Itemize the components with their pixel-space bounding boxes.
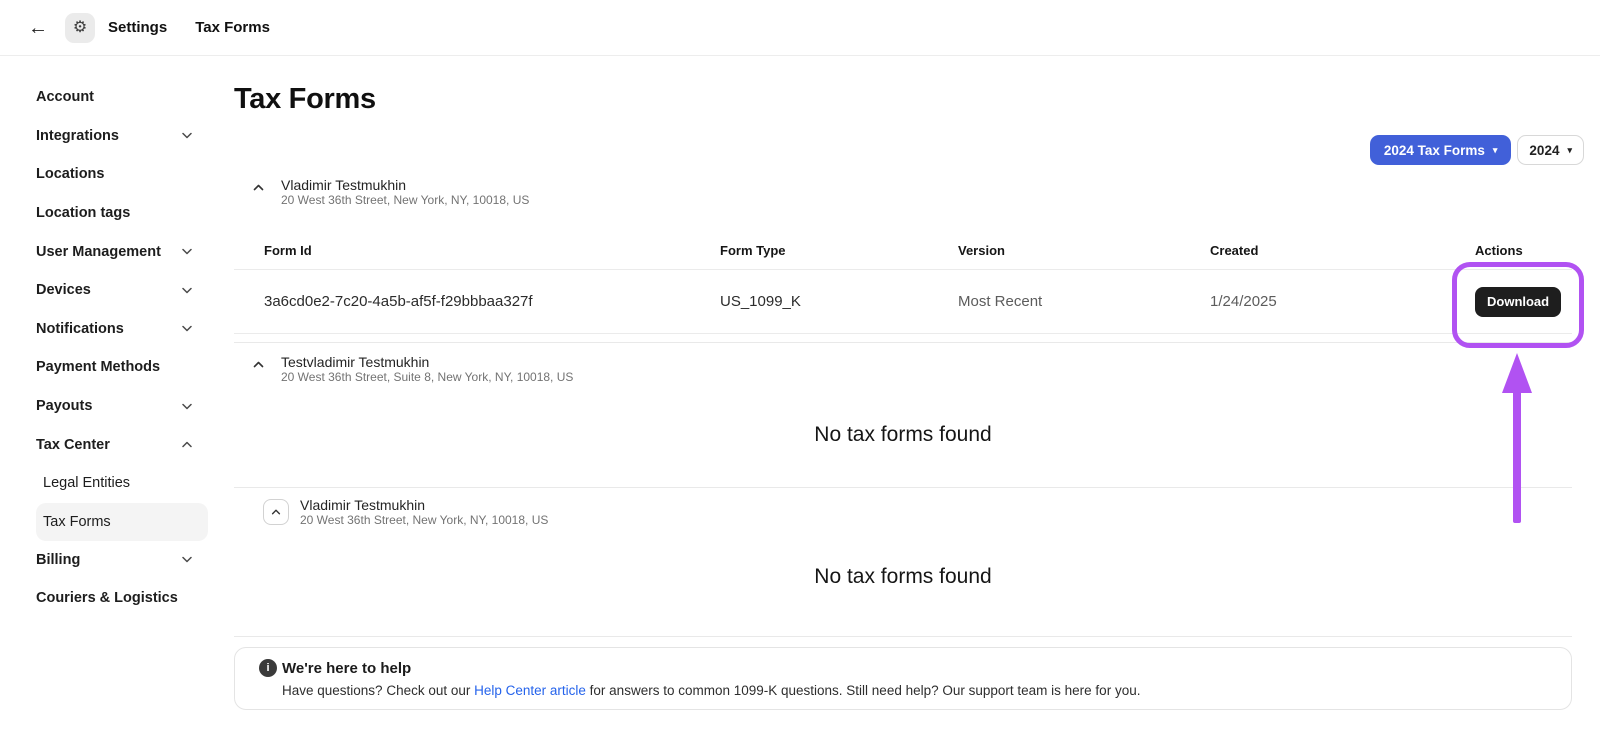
sidebar-item-tax-forms[interactable]: Tax Forms <box>36 503 208 541</box>
chevron-down-icon <box>182 556 192 563</box>
chevron-down-icon <box>182 287 192 294</box>
entity-address: 20 West 36th Street, New York, NY, 10018… <box>300 513 548 528</box>
chevron-down-icon <box>182 403 192 410</box>
sidebar-item-couriers-logistics[interactable]: Couriers & Logistics <box>36 579 208 618</box>
chevron-down-icon <box>182 325 192 332</box>
cell-actions: Download <box>1475 287 1572 317</box>
help-box: i We're here to help Have questions? Che… <box>234 647 1572 710</box>
entity-section-2: Testvladimir Testmukhin 20 West 36th Str… <box>234 342 1572 487</box>
cell-created: 1/24/2025 <box>1210 293 1475 310</box>
topbar: ← ⚙ Settings Tax Forms <box>0 0 1600 56</box>
sidebar-item-label: Devices <box>36 282 91 298</box>
sidebar-item-integrations[interactable]: Integrations <box>36 117 208 156</box>
sidebar-item-label: Couriers & Logistics <box>36 590 178 606</box>
sidebar-item-account[interactable]: Account <box>36 78 208 117</box>
settings-gear-button[interactable]: ⚙ <box>65 13 95 43</box>
entity-name: Testvladimir Testmukhin <box>281 355 573 370</box>
entity-section-1: Vladimir Testmukhin 20 West 36th Street,… <box>234 178 1572 334</box>
entity-header: Vladimir Testmukhin 20 West 36th Street,… <box>253 498 1572 528</box>
divider <box>234 636 1572 637</box>
settings-sidebar: Account Integrations Locations Location … <box>0 56 234 750</box>
sidebar-item-label: Locations <box>36 166 104 182</box>
sidebar-item-label: Legal Entities <box>43 475 130 491</box>
sidebar-item-notifications[interactable]: Notifications <box>36 310 208 349</box>
breadcrumb-tax-forms[interactable]: Tax Forms <box>195 19 270 36</box>
year-tax-forms-label: 2024 Tax Forms <box>1384 143 1485 158</box>
sidebar-item-user-management[interactable]: User Management <box>36 232 208 271</box>
help-body-prefix: Have questions? Check out our <box>282 683 474 698</box>
sidebar-item-billing[interactable]: Billing <box>36 541 208 580</box>
sidebar-item-label: Payouts <box>36 398 92 414</box>
collapse-chevron-up-icon[interactable] <box>253 361 264 385</box>
year-tax-forms-button[interactable]: 2024 Tax Forms ▾ <box>1370 135 1512 165</box>
sidebar-item-label: Notifications <box>36 321 124 337</box>
entity-section-3: Vladimir Testmukhin 20 West 36th Street,… <box>234 487 1572 636</box>
chevron-down-icon <box>182 248 192 255</box>
sidebar-item-payment-methods[interactable]: Payment Methods <box>36 348 208 387</box>
column-header-form-id: Form Id <box>234 243 720 258</box>
sidebar-item-locations[interactable]: Locations <box>36 155 208 194</box>
year-select[interactable]: 2024 ▾ <box>1517 135 1584 165</box>
main-content: Tax Forms 2024 Tax Forms ▾ 2024 ▾ Vladim… <box>234 56 1600 750</box>
table-row: 3a6cd0e2-7c20-4a5b-af5f-f29bbbaa327f US_… <box>234 270 1572 334</box>
entity-name: Vladimir Testmukhin <box>300 498 548 513</box>
cell-form-id: 3a6cd0e2-7c20-4a5b-af5f-f29bbbaa327f <box>234 293 720 310</box>
collapse-chevron-button[interactable] <box>263 499 289 525</box>
download-button[interactable]: Download <box>1475 287 1561 317</box>
table-header-row: Form Id Form Type Version Created Action… <box>234 232 1572 270</box>
column-header-version: Version <box>958 243 1210 258</box>
sidebar-item-label: User Management <box>36 244 161 260</box>
help-center-link[interactable]: Help Center article <box>474 683 586 698</box>
collapse-chevron-up-icon[interactable] <box>253 184 264 208</box>
cell-form-type: US_1099_K <box>720 293 958 310</box>
sidebar-item-label: Tax Center <box>36 437 110 453</box>
cell-version: Most Recent <box>958 293 1210 310</box>
back-arrow-icon[interactable]: ← <box>28 18 48 38</box>
entity-address: 20 West 36th Street, New York, NY, 10018… <box>281 193 529 208</box>
entity-header: Testvladimir Testmukhin 20 West 36th Str… <box>253 355 1572 385</box>
chevron-down-icon <box>182 132 192 139</box>
entity-name: Vladimir Testmukhin <box>281 178 529 193</box>
column-header-created: Created <box>1210 243 1475 258</box>
sidebar-item-label: Integrations <box>36 128 119 144</box>
sidebar-item-location-tags[interactable]: Location tags <box>36 194 208 233</box>
caret-down-icon: ▾ <box>1567 146 1572 155</box>
page-title: Tax Forms <box>234 80 1572 118</box>
sidebar-item-label: Payment Methods <box>36 359 160 375</box>
column-header-form-type: Form Type <box>720 243 958 258</box>
entity-header: Vladimir Testmukhin 20 West 36th Street,… <box>253 178 1572 208</box>
sidebar-item-label: Tax Forms <box>43 514 111 530</box>
no-tax-forms-message: No tax forms found <box>234 565 1572 636</box>
year-controls: 2024 Tax Forms ▾ 2024 ▾ <box>1370 135 1584 165</box>
sidebar-item-legal-entities[interactable]: Legal Entities <box>36 464 208 503</box>
caret-down-icon: ▾ <box>1493 146 1498 155</box>
help-title: We're here to help <box>282 660 411 677</box>
help-body-suffix: for answers to common 1099-K questions. … <box>586 683 1141 698</box>
no-tax-forms-message: No tax forms found <box>234 423 1572 487</box>
sidebar-item-label: Billing <box>36 552 80 568</box>
column-header-actions: Actions <box>1475 243 1572 258</box>
chevron-up-icon <box>182 441 192 448</box>
entity-address: 20 West 36th Street, Suite 8, New York, … <box>281 370 573 385</box>
help-body: Have questions? Check out our Help Cente… <box>259 683 1547 698</box>
sidebar-item-payouts[interactable]: Payouts <box>36 387 208 426</box>
sidebar-item-devices[interactable]: Devices <box>36 271 208 310</box>
gear-icon: ⚙ <box>73 20 87 36</box>
sidebar-item-label: Location tags <box>36 205 130 221</box>
tax-forms-table: Form Id Form Type Version Created Action… <box>234 232 1572 334</box>
year-select-value: 2024 <box>1529 143 1559 158</box>
sidebar-item-tax-center[interactable]: Tax Center <box>36 425 208 464</box>
breadcrumb-settings[interactable]: Settings <box>108 19 167 36</box>
info-icon: i <box>259 659 277 677</box>
sidebar-item-label: Account <box>36 89 94 105</box>
